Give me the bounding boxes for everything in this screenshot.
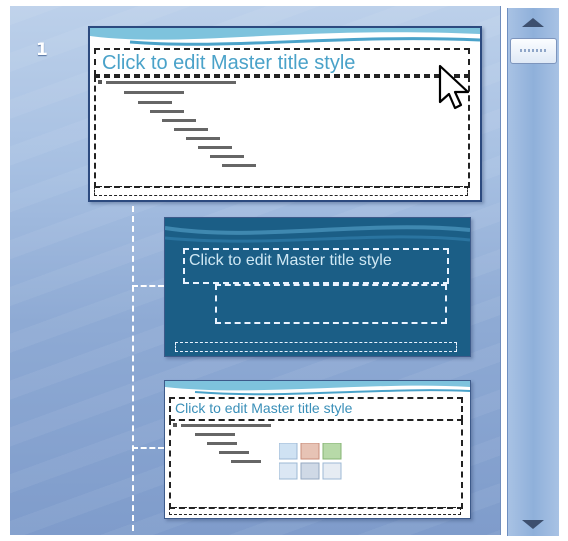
master-title-placeholder[interactable]: Click to edit Master title style [94,48,470,76]
scroll-down-arrow-icon[interactable] [508,512,559,536]
layout-subtitle-placeholder[interactable] [215,284,447,324]
text-line [181,424,271,427]
layout-connector-line [132,196,134,541]
layout-connector-branch [132,285,164,287]
text-line [138,101,172,104]
master-footer-placeholder [94,186,468,196]
scrollbar-thumb[interactable] [510,38,557,64]
text-line [174,128,208,131]
master-body-placeholder[interactable] [94,76,470,188]
layout-title-placeholder[interactable]: Click to edit Master title style [169,397,463,421]
layout-content-placeholder[interactable] [169,419,463,509]
layout-connector-branch [132,447,164,449]
text-line [222,164,256,167]
layout-title-text: Click to edit Master title style [189,252,392,269]
layout-footer-placeholder [169,507,461,515]
text-line [210,155,244,158]
layout-thumbnail-content[interactable]: Click to edit Master title style [164,380,471,519]
bullet [98,80,102,84]
vertical-scrollbar[interactable] [507,8,559,536]
text-line [124,91,184,94]
text-line [106,81,236,84]
text-line [162,119,196,122]
scroll-up-arrow-icon[interactable] [508,8,559,36]
slides-pane: 1 Click to edit Master title style Click… [0,0,568,541]
slide-master-thumbnail[interactable]: Click to edit Master title style [88,26,482,202]
text-line [207,442,237,445]
text-line [198,146,232,149]
mouse-pointer-icon [438,64,470,110]
layout-thumbnail-title[interactable]: Click to edit Master title style [164,217,471,357]
layout-footer-placeholder [175,342,457,352]
insert-content-icons [279,443,342,480]
layout-title-text: Click to edit Master title style [175,400,353,416]
text-line [150,110,184,113]
layout-title-placeholder[interactable]: Click to edit Master title style [183,248,449,284]
bullet [173,423,177,427]
master-header-swoosh [90,28,480,46]
text-line [219,451,249,454]
master-slide-number: 1 [36,40,48,60]
text-line [186,137,220,140]
master-title-text: Click to edit Master title style [102,52,356,74]
thumbnail-panel: 1 Click to edit Master title style Click… [10,6,501,541]
text-line [195,433,235,436]
text-line [231,460,261,463]
